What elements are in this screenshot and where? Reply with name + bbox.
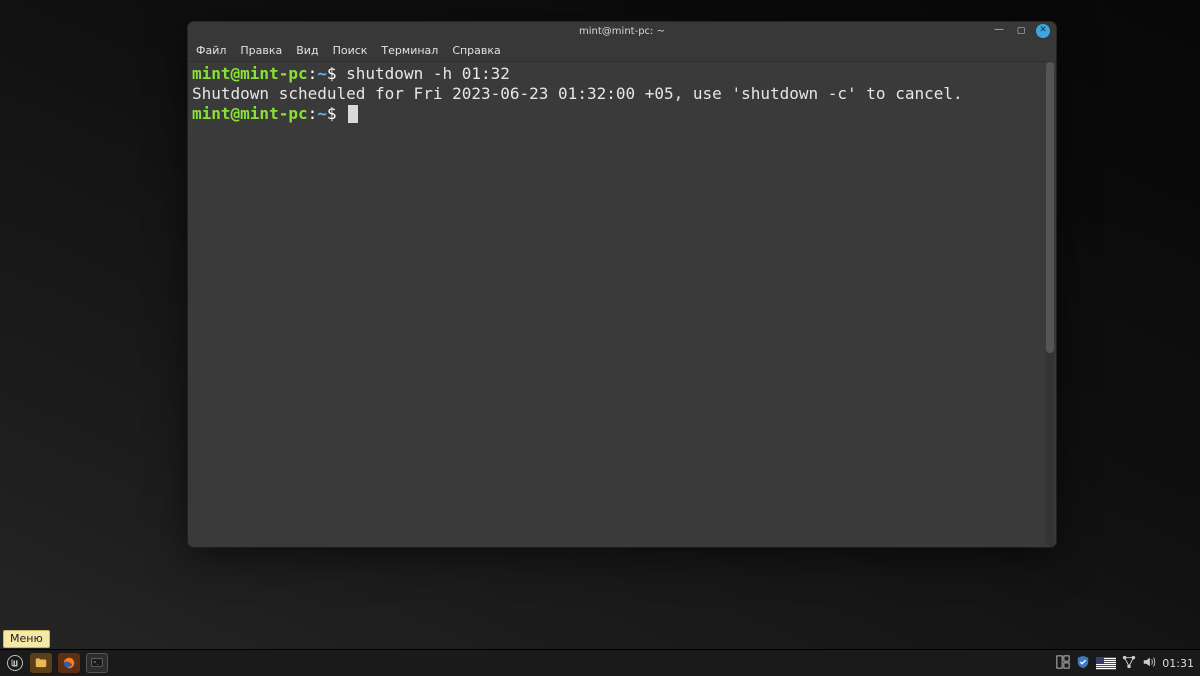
tray-clock[interactable]: 01:31 xyxy=(1162,657,1194,670)
menu-help[interactable]: Справка xyxy=(452,44,500,57)
tiling-icon xyxy=(1056,655,1070,669)
volume-icon xyxy=(1142,655,1156,669)
prompt-path: ~ xyxy=(317,64,327,83)
menu-button[interactable] xyxy=(6,654,24,672)
menubar: Файл Правка Вид Поиск Терминал Справка xyxy=(188,40,1056,62)
taskbar: >_ 01:31 xyxy=(0,650,1200,676)
menu-terminal[interactable]: Терминал xyxy=(381,44,438,57)
menu-view[interactable]: Вид xyxy=(296,44,318,57)
firefox-icon xyxy=(62,656,76,670)
prompt-dollar: $ xyxy=(327,64,346,83)
close-button[interactable] xyxy=(1036,24,1050,38)
terminal-cursor xyxy=(348,105,358,123)
window-controls xyxy=(992,24,1050,38)
terminal-icon: >_ xyxy=(90,656,104,670)
minimize-button[interactable] xyxy=(992,24,1006,38)
tray-keyboard-layout[interactable] xyxy=(1096,657,1116,670)
mint-logo-icon xyxy=(7,655,23,671)
prompt-sep: : xyxy=(308,64,318,83)
prompt-path-2: ~ xyxy=(317,104,327,123)
menu-search[interactable]: Поиск xyxy=(333,44,368,57)
prompt-sep-2: : xyxy=(308,104,318,123)
taskbar-right: 01:31 xyxy=(1056,655,1194,672)
svg-text:>_: >_ xyxy=(94,661,100,666)
network-icon xyxy=(1122,655,1136,669)
prompt-user-2: mint@mint-pc xyxy=(192,104,308,123)
tray-update-icon[interactable] xyxy=(1076,655,1090,672)
tray-tiling-icon[interactable] xyxy=(1056,655,1070,672)
maximize-button[interactable] xyxy=(1014,24,1028,38)
terminal-window: mint@mint-pc: ~ Файл Правка Вид Поиск Те… xyxy=(188,22,1056,547)
taskbar-terminal[interactable]: >_ xyxy=(86,653,108,673)
terminal-command: shutdown -h 01:32 xyxy=(346,64,510,83)
scrollbar-thumb[interactable] xyxy=(1046,62,1054,353)
window-titlebar[interactable]: mint@mint-pc: ~ xyxy=(188,22,1056,40)
taskbar-firefox[interactable] xyxy=(58,653,80,673)
terminal-body[interactable]: mint@mint-pc:~$ shutdown -h 01:32 Shutdo… xyxy=(188,62,1056,547)
terminal-output: Shutdown scheduled for Fri 2023-06-23 01… xyxy=(192,84,963,103)
shield-icon xyxy=(1076,655,1090,669)
prompt-user: mint@mint-pc xyxy=(192,64,308,83)
terminal-scrollbar[interactable] xyxy=(1046,62,1054,547)
window-title: mint@mint-pc: ~ xyxy=(579,26,665,37)
taskbar-files[interactable] xyxy=(30,653,52,673)
tray-volume-icon[interactable] xyxy=(1142,655,1156,672)
menu-tooltip: Меню xyxy=(3,630,50,648)
prompt-dollar-2: $ xyxy=(327,104,346,123)
menu-edit[interactable]: Правка xyxy=(240,44,282,57)
folder-icon xyxy=(34,656,48,670)
tray-network-icon[interactable] xyxy=(1122,655,1136,672)
menu-file[interactable]: Файл xyxy=(196,44,226,57)
taskbar-left: >_ xyxy=(6,653,108,673)
